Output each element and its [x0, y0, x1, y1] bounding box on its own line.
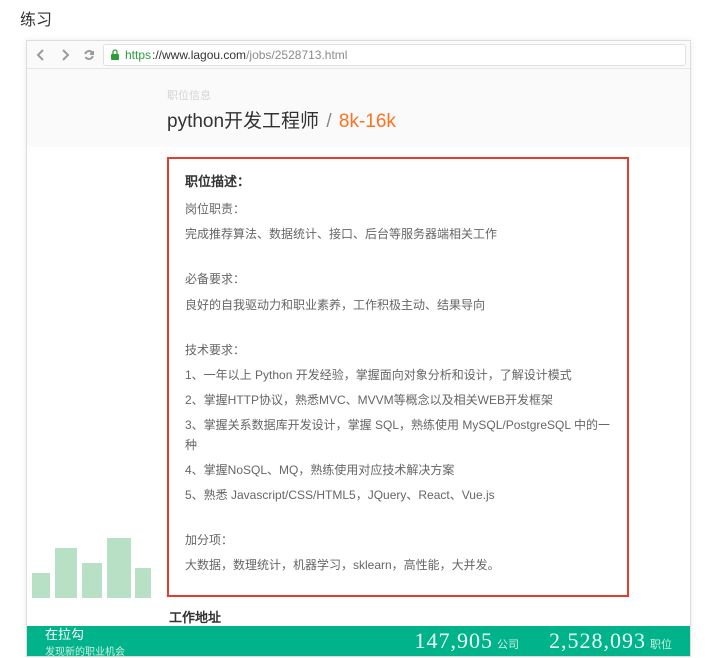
job-description-box: 职位描述： 岗位职责： 完成推荐算法、数据统计、接口、后台等服务器端相关工作 必… [167, 157, 629, 597]
bonus-label: 加分项： [185, 531, 611, 550]
skyline-illustration [27, 518, 167, 598]
job-title: python开发工程师 [167, 111, 319, 132]
must-label: 必备要求： [185, 270, 611, 289]
stat-jobs: 2,528,093 职位 [549, 628, 672, 654]
url-scheme: https [125, 48, 151, 62]
job-salary: 8k-16k [339, 111, 396, 132]
browser-window: https ://www.lagou.com/jobs/2528713.html… [26, 40, 691, 657]
bottom-promo-bar: 在拉勾 发现新的职业机会 147,905 公司 2,528,093 职位 [27, 626, 690, 656]
tech-item: 4、掌握NoSQL、MQ，熟练使用对应技术解决方案 [185, 461, 611, 480]
breadcrumb: 职位信息 [167, 87, 690, 103]
reload-button[interactable] [79, 45, 99, 65]
promo-line-1: 在拉勾 [45, 624, 385, 643]
tech-label: 技术要求： [185, 341, 611, 360]
back-button[interactable] [31, 45, 51, 65]
forward-button[interactable] [55, 45, 75, 65]
job-title-line: python开发工程师 / 8k-16k [167, 106, 690, 133]
duty-text: 完成推荐算法、数据统计、接口、后台等服务器端相关工作 [185, 225, 611, 244]
stat-companies: 147,905 公司 [415, 628, 520, 654]
tech-item: 5、熟悉 Javascript/CSS/HTML5，JQuery、React、V… [185, 486, 611, 505]
content-area: 职位描述： 岗位职责： 完成推荐算法、数据统计、接口、后台等服务器端相关工作 必… [27, 147, 690, 626]
stat-number: 2,528,093 [549, 628, 646, 654]
bonus-text: 大数据，数理统计，机器学习，sklearn，高性能，大并发。 [185, 556, 611, 575]
must-text: 良好的自我驱动力和职业素养，工作积极主动、结果导向 [185, 296, 611, 315]
tech-item: 2、掌握HTTP协议，熟悉MVC、MVVM等概念以及相关WEB开发框架 [185, 391, 611, 410]
page-heading: 练习 [0, 0, 713, 40]
job-header-band: 职位信息 python开发工程师 / 8k-16k [27, 69, 690, 147]
stat-number: 147,905 [415, 628, 494, 654]
url-field[interactable]: https ://www.lagou.com/jobs/2528713.html [103, 44, 686, 66]
url-path: /jobs/2528713.html [246, 48, 347, 62]
work-address-heading: 工作地址 [169, 607, 690, 626]
stat-unit: 公司 [497, 636, 519, 652]
separator: / [326, 111, 331, 132]
description-heading: 职位描述： [185, 171, 611, 190]
promo-line-2: 发现新的职业机会 [45, 643, 385, 658]
address-bar: https ://www.lagou.com/jobs/2528713.html [27, 41, 690, 69]
tech-item: 1、一年以上 Python 开发经验，掌握面向对象分析和设计，了解设计模式 [185, 366, 611, 385]
lock-icon [110, 49, 120, 61]
tech-item: 3、掌握关系数据库开发设计，掌握 SQL，熟练使用 MySQL/PostgreS… [185, 416, 611, 454]
url-host: ://www.lagou.com [152, 48, 246, 62]
duty-label: 岗位职责： [185, 200, 611, 219]
stat-unit: 职位 [650, 636, 672, 652]
